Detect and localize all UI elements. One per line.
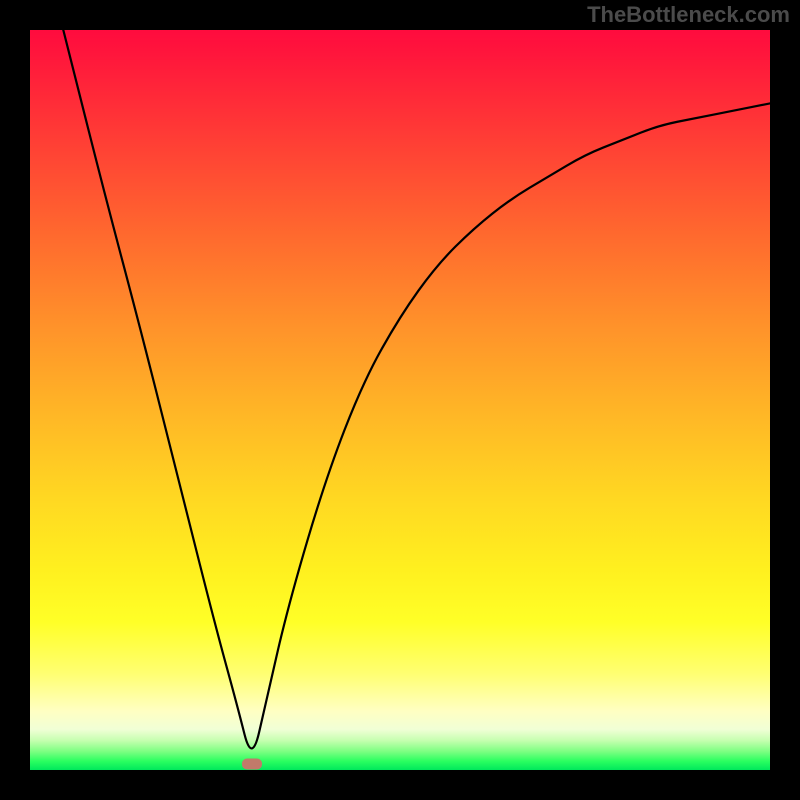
optimum-marker <box>242 759 262 770</box>
plot-area <box>30 30 770 770</box>
watermark-text: TheBottleneck.com <box>587 2 790 28</box>
chart-frame: TheBottleneck.com <box>0 0 800 800</box>
curve-svg <box>30 30 770 770</box>
bottleneck-curve <box>30 30 770 748</box>
